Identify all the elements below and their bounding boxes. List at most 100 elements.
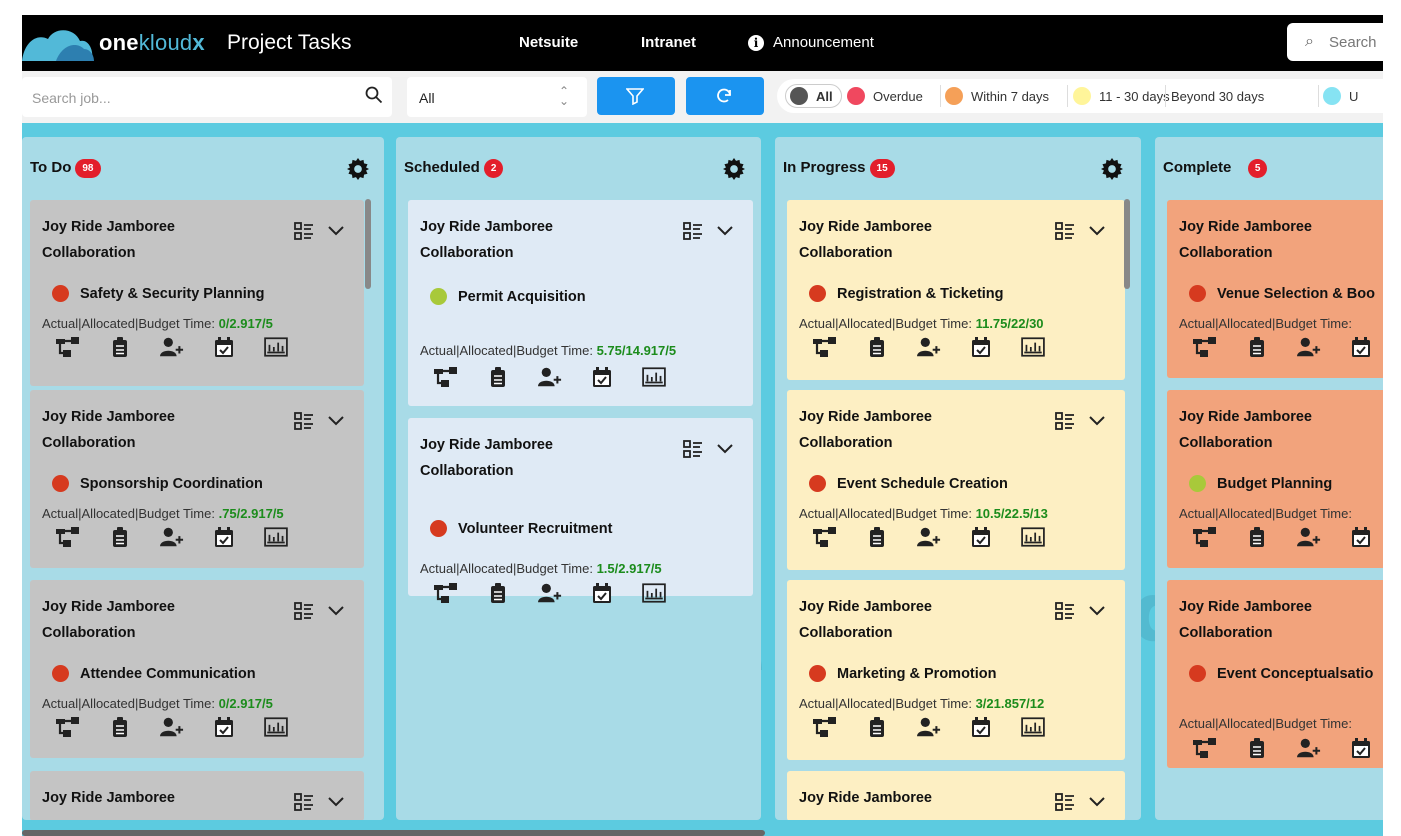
chevron-down-icon[interactable]: [328, 226, 344, 236]
calendar-check-icon[interactable]: [969, 717, 1021, 741]
calendar-check-icon[interactable]: [590, 583, 642, 607]
add-user-icon[interactable]: [160, 337, 212, 361]
clipboard-icon[interactable]: [865, 337, 917, 361]
task-card[interactable]: Joy Ride Jamboree Collaboration Volunteer…: [408, 418, 753, 596]
clipboard-icon[interactable]: [865, 717, 917, 741]
chevron-down-icon[interactable]: [1089, 226, 1105, 236]
clipboard-icon[interactable]: [1245, 738, 1297, 762]
list-view-icon[interactable]: [1055, 412, 1075, 430]
chevron-down-icon[interactable]: [1089, 797, 1105, 807]
calendar-check-icon[interactable]: [969, 527, 1021, 551]
legend-item-11-30-days[interactable]: 11 - 30 days: [1073, 79, 1170, 113]
add-user-icon[interactable]: [160, 717, 212, 741]
hierarchy-icon[interactable]: [1193, 527, 1245, 551]
chart-icon[interactable]: [1021, 717, 1073, 741]
add-user-icon[interactable]: [1297, 337, 1349, 361]
calendar-check-icon[interactable]: [590, 367, 642, 391]
chart-icon[interactable]: [642, 367, 694, 391]
hierarchy-icon[interactable]: [434, 583, 486, 607]
list-view-icon[interactable]: [294, 412, 314, 430]
chart-icon[interactable]: [264, 527, 316, 551]
clipboard-icon[interactable]: [1245, 527, 1297, 551]
task-card[interactable]: Joy Ride Jamboree Collaboration Registrat…: [787, 200, 1125, 380]
chevron-down-icon[interactable]: [717, 226, 733, 236]
clipboard-icon[interactable]: [1245, 337, 1297, 361]
clipboard-icon[interactable]: [108, 527, 160, 551]
gear-icon[interactable]: [723, 158, 745, 180]
add-user-icon[interactable]: [1297, 738, 1349, 762]
hierarchy-icon[interactable]: [813, 717, 865, 741]
task-card[interactable]: Joy Ride Jamboree Collaboration Permit Ac…: [408, 200, 753, 406]
clipboard-icon[interactable]: [865, 527, 917, 551]
gear-icon[interactable]: [347, 158, 369, 180]
list-view-icon[interactable]: [1055, 793, 1075, 811]
task-card[interactable]: Joy Ride Jamboree Collaboration Budget Pl…: [1167, 390, 1383, 568]
chevron-down-icon[interactable]: [1089, 416, 1105, 426]
hierarchy-icon[interactable]: [1193, 738, 1245, 762]
calendar-check-icon[interactable]: [1349, 738, 1383, 762]
hierarchy-icon[interactable]: [813, 527, 865, 551]
list-view-icon[interactable]: [294, 602, 314, 620]
add-user-icon[interactable]: [1297, 527, 1349, 551]
refresh-button[interactable]: [686, 77, 764, 115]
filter-button[interactable]: [597, 77, 675, 115]
job-search-input[interactable]: Search job...: [22, 77, 392, 117]
nav-link-netsuite[interactable]: Netsuite: [519, 34, 578, 51]
list-view-icon[interactable]: [1055, 602, 1075, 620]
add-user-icon[interactable]: [917, 527, 969, 551]
task-card[interactable]: Joy Ride Jamboree Collaboration Event Sch…: [787, 390, 1125, 570]
chart-icon[interactable]: [642, 583, 694, 607]
task-card[interactable]: Joy Ride Jamboree: [787, 771, 1125, 820]
chevron-down-icon[interactable]: [328, 416, 344, 426]
chart-icon[interactable]: [1021, 337, 1073, 361]
task-card[interactable]: Joy Ride Jamboree Collaboration Event Con…: [1167, 580, 1383, 768]
legend-item-overdue[interactable]: Overdue: [847, 79, 923, 113]
nav-link-intranet[interactable]: Intranet: [641, 34, 696, 51]
task-card[interactable]: Joy Ride Jamboree Collaboration Safety & …: [30, 200, 364, 386]
clipboard-icon[interactable]: [486, 367, 538, 391]
chevron-down-icon[interactable]: [328, 606, 344, 616]
list-view-icon[interactable]: [294, 222, 314, 240]
status-select[interactable]: All ⌃ ⌄: [407, 77, 587, 117]
calendar-check-icon[interactable]: [1349, 527, 1383, 551]
task-card[interactable]: Joy Ride Jamboree Collaboration Sponsorsh…: [30, 390, 364, 568]
horizontal-scrollbar[interactable]: [22, 830, 765, 836]
calendar-check-icon[interactable]: [212, 527, 264, 551]
legend-item-beyond-30-days[interactable]: Beyond 30 days: [1171, 79, 1264, 113]
nav-link-announcement[interactable]: Announcement: [773, 34, 874, 51]
legend-item-within-7-days[interactable]: Within 7 days: [945, 79, 1049, 113]
chevron-down-icon[interactable]: [1089, 606, 1105, 616]
hierarchy-icon[interactable]: [56, 717, 108, 741]
column-scrollbar[interactable]: [1124, 199, 1130, 289]
list-view-icon[interactable]: [683, 222, 703, 240]
hierarchy-icon[interactable]: [813, 337, 865, 361]
clipboard-icon[interactable]: [108, 337, 160, 361]
task-card[interactable]: Joy Ride Jamboree Collaboration Venue Sel…: [1167, 200, 1383, 378]
task-card[interactable]: Joy Ride Jamboree: [30, 771, 364, 820]
hierarchy-icon[interactable]: [56, 337, 108, 361]
task-card[interactable]: Joy Ride Jamboree Collaboration Attendee …: [30, 580, 364, 758]
chart-icon[interactable]: [1021, 527, 1073, 551]
column-scrollbar[interactable]: [365, 199, 371, 289]
calendar-check-icon[interactable]: [212, 717, 264, 741]
add-user-icon[interactable]: [160, 527, 212, 551]
list-view-icon[interactable]: [683, 440, 703, 458]
hierarchy-icon[interactable]: [434, 367, 486, 391]
add-user-icon[interactable]: [917, 337, 969, 361]
hierarchy-icon[interactable]: [1193, 337, 1245, 361]
list-view-icon[interactable]: [294, 793, 314, 811]
calendar-check-icon[interactable]: [969, 337, 1021, 361]
add-user-icon[interactable]: [917, 717, 969, 741]
legend-item-all[interactable]: All: [785, 84, 842, 108]
legend-item-u[interactable]: U: [1323, 79, 1358, 113]
chart-icon[interactable]: [264, 337, 316, 361]
hierarchy-icon[interactable]: [56, 527, 108, 551]
chevron-down-icon[interactable]: [717, 444, 733, 454]
list-view-icon[interactable]: [1055, 222, 1075, 240]
task-card[interactable]: Joy Ride Jamboree Collaboration Marketing…: [787, 580, 1125, 760]
add-user-icon[interactable]: [538, 367, 590, 391]
gear-icon[interactable]: [1101, 158, 1123, 180]
calendar-check-icon[interactable]: [1349, 337, 1383, 361]
clipboard-icon[interactable]: [486, 583, 538, 607]
chevron-down-icon[interactable]: [328, 797, 344, 807]
